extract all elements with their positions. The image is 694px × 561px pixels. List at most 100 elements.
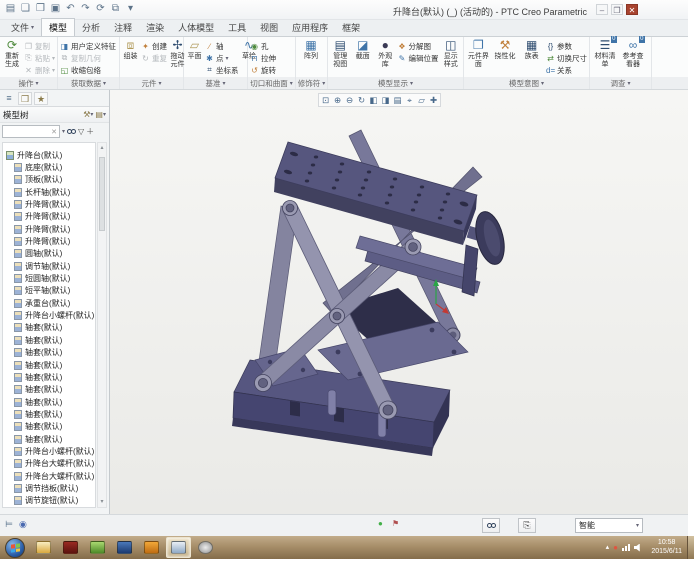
quick-access-icon[interactable]: ↶: [64, 2, 77, 16]
reference-viewer-button[interactable]: ∞ 参考查看器: [620, 38, 646, 68]
model-tree-tab[interactable]: ≡: [2, 92, 16, 105]
search-clear-icon[interactable]: ✕: [51, 128, 59, 136]
group-label-component[interactable]: 元件▾: [120, 77, 183, 89]
graphics-tool-icon[interactable]: ⊕: [332, 95, 343, 106]
regenerate-button[interactable]: ⟳ 重新生成: [2, 38, 22, 68]
minimize-button[interactable]: –: [596, 4, 608, 15]
sections-button[interactable]: ◪ 截面: [353, 38, 374, 61]
taskbar-app-creo-active[interactable]: [166, 537, 191, 558]
tree-item[interactable]: 升降台大螺杆(默认): [3, 458, 95, 470]
bom-button[interactable]: ☰ 材料清单: [592, 38, 618, 68]
create-button[interactable]: ✦创建: [141, 40, 167, 52]
group-label-model-intent[interactable]: 模型意图▾: [464, 77, 589, 89]
tab-annotate[interactable]: 注释: [107, 19, 139, 36]
tree-item[interactable]: 短平轴(默认): [3, 285, 95, 297]
scroll-down-icon[interactable]: ▾: [98, 498, 106, 506]
scissor-lift-model[interactable]: [110, 90, 688, 514]
nav-toggle-icon[interactable]: ⊨: [5, 519, 13, 530]
close-button[interactable]: ✕: [626, 4, 638, 15]
graphics-tool-icon[interactable]: ✚: [428, 95, 439, 106]
parameters-button[interactable]: {}参数: [546, 40, 587, 52]
tab-file[interactable]: 文件▾: [4, 19, 41, 36]
quick-access-icon[interactable]: ↷: [79, 2, 92, 16]
folder-browser-tab[interactable]: ❒: [18, 92, 32, 105]
network-icon[interactable]: [622, 544, 630, 551]
group-label-datum[interactable]: 基准▾: [184, 77, 247, 89]
start-button[interactable]: [5, 538, 25, 558]
tree-item[interactable]: 圆轴(默认): [3, 248, 95, 260]
group-label-get-data[interactable]: 获取数据▾: [58, 77, 119, 89]
quick-access-icon[interactable]: ⟳: [94, 2, 107, 16]
taskbar-app-docs-orange[interactable]: [139, 537, 164, 558]
tab-framework[interactable]: 框架: [335, 19, 367, 36]
graphics-tool-icon[interactable]: ⊡: [320, 95, 331, 106]
favorites-tab[interactable]: ★: [34, 92, 48, 105]
tree-item[interactable]: 承重台(默认): [3, 297, 95, 309]
taskbar-clock[interactable]: 10:58 2015/6/11: [651, 539, 682, 556]
revolve-button[interactable]: ↺旋转: [250, 64, 276, 76]
tab-manikin[interactable]: 人体模型: [171, 19, 221, 36]
scrollbar-thumb[interactable]: [99, 157, 105, 231]
tree-item[interactable]: 轴套(默认): [3, 371, 95, 383]
plane-button[interactable]: ▱ 平面: [186, 38, 203, 61]
quick-access-icon[interactable]: ▣: [49, 2, 62, 16]
tab-analysis[interactable]: 分析: [75, 19, 107, 36]
group-label-cut-surface[interactable]: 切口和曲面▾: [248, 77, 295, 89]
taskbar-app-browser-gray[interactable]: [193, 537, 218, 558]
flexibility-button[interactable]: ⚒ 挠性化: [493, 38, 518, 61]
graphics-tool-icon[interactable]: ⌖: [404, 95, 415, 106]
tab-applications[interactable]: 应用程序: [285, 19, 335, 36]
family-table-button[interactable]: ▦ 族表: [519, 38, 544, 61]
taskbar-app-security-shield[interactable]: [112, 537, 137, 558]
exploded-view-button[interactable]: ❖分解图: [398, 40, 439, 52]
find-button[interactable]: [482, 518, 500, 533]
taskbar-app-image-green[interactable]: [85, 537, 110, 558]
copy-geometry-button[interactable]: ⧉复制几何: [60, 52, 116, 64]
group-label-operations[interactable]: 操作▾: [0, 77, 57, 89]
tab-model[interactable]: 模型: [41, 18, 75, 36]
graphics-viewport[interactable]: ⊡⊕⊖↻◧◨▤⌖▱✚: [110, 90, 688, 514]
graphics-tool-icon[interactable]: ▱: [416, 95, 427, 106]
tree-item[interactable]: 升降臂(默认): [3, 235, 95, 247]
relations-button[interactable]: d=关系: [546, 64, 587, 76]
tab-render[interactable]: 渲染: [139, 19, 171, 36]
tree-item[interactable]: 轴套(默认): [3, 433, 95, 445]
group-label-model-display[interactable]: 模型显示▾: [328, 77, 463, 89]
csys-button[interactable]: ⌗坐标系: [205, 64, 239, 76]
group-label-investigate[interactable]: 调查▾: [590, 77, 651, 89]
component-interface-button[interactable]: ❐ 元件界面: [466, 38, 491, 68]
tree-search-input[interactable]: [3, 127, 51, 136]
scroll-up-icon[interactable]: ▴: [98, 144, 106, 152]
tree-item[interactable]: 调节轴(默认): [3, 260, 95, 272]
tree-item[interactable]: 轴套(默认): [3, 396, 95, 408]
hidden-icons-button[interactable]: ▴: [606, 544, 610, 552]
delete-button[interactable]: ✕删除▾: [24, 64, 55, 76]
edit-position-button[interactable]: ✎编辑位置: [398, 52, 439, 64]
tree-item[interactable]: 升降台小螺杆(默认): [3, 445, 95, 457]
pattern-button[interactable]: ▦ 阵列: [298, 38, 324, 61]
volume-icon[interactable]: [634, 544, 642, 552]
tree-item[interactable]: 轴套(默认): [3, 384, 95, 396]
tree-item[interactable]: 升降台大螺杆(默认): [3, 470, 95, 482]
tab-view[interactable]: 视图: [253, 19, 285, 36]
tree-item[interactable]: 轴套(默认): [3, 347, 95, 359]
quick-access-icon[interactable]: ⧉: [109, 2, 122, 16]
tree-scrollbar[interactable]: ▴ ▾: [97, 142, 107, 508]
shrinkwrap-button[interactable]: ◱收缩包络: [60, 64, 116, 76]
tree-item[interactable]: 长杆轴(默认): [3, 186, 95, 198]
graphics-tool-icon[interactable]: ⊖: [344, 95, 355, 106]
tree-item[interactable]: 轴套(默认): [3, 408, 95, 420]
group-label-modifiers[interactable]: 修饰符▾: [296, 77, 327, 89]
paste-button[interactable]: ⎘粘贴▾: [24, 52, 55, 64]
tree-item[interactable]: 轴套(默认): [3, 359, 95, 371]
axis-button[interactable]: ∕轴: [205, 40, 239, 52]
point-button[interactable]: ✱点▾: [205, 52, 239, 64]
quick-access-icon[interactable]: ▤: [4, 2, 17, 16]
tree-root-item[interactable]: 升降台(默认): [3, 149, 95, 161]
tree-item[interactable]: 轴套(默认): [3, 334, 95, 346]
tree-item[interactable]: 升降臂(默认): [3, 223, 95, 235]
tray-alert-icon[interactable]: ●: [613, 544, 618, 552]
status-flag-icon[interactable]: ⚑: [392, 519, 399, 528]
search-caret-icon[interactable]: ▾: [62, 128, 65, 135]
tree-item[interactable]: 底座(默认): [3, 161, 95, 173]
